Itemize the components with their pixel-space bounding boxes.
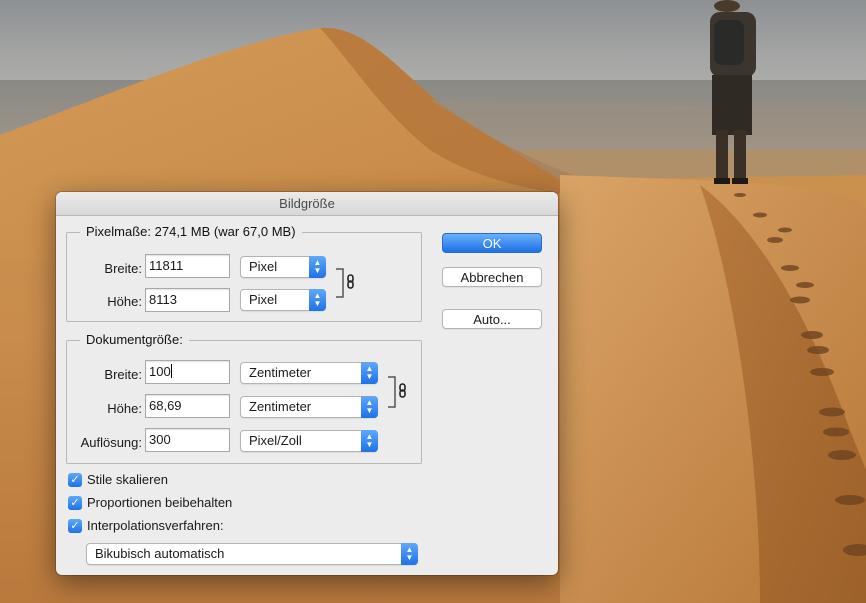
pixel-chain-link-icon [336,268,354,298]
doc-width-label: Breite: [104,367,142,382]
doc-height-unit-value: Zentimeter [249,399,312,414]
doc-width-unit-select[interactable]: Zentimeter ▲ ▼ [240,362,378,384]
resolution-unit-value: Pixel/Zoll [249,433,302,448]
pixel-height-field[interactable]: 8113 [145,288,230,312]
resample-checkbox[interactable]: ✓ Interpolationsverfahren: [68,518,224,533]
constrain-proportions-label: Proportionen beibehalten [87,495,233,510]
pixel-width-label: Breite: [104,261,142,276]
doc-width-unit-value: Zentimeter [249,365,312,380]
document-chain-link-icon [388,376,406,408]
pixel-width-field[interactable]: 11811 [145,254,230,278]
pixel-dimensions-legend: Pixelmaße: 274,1 MB (war 67,0 MB) [80,224,302,239]
scale-styles-label: Stile skalieren [87,472,168,487]
resolution-label: Auflösung: [80,435,142,450]
checkmark-icon: ✓ [68,518,82,533]
select-arrows-icon: ▲ ▼ [309,256,326,278]
document-size-legend: Dokumentgröße: [80,332,189,347]
select-arrows-icon: ▲ ▼ [401,543,418,565]
dialog-title: Bildgröße [56,192,558,216]
pixel-height-unit-value: Pixel [249,292,278,307]
resample-method-select[interactable]: Bikubisch automatisch ▲ ▼ [86,543,418,565]
select-arrows-icon: ▲ ▼ [361,396,378,418]
resolution-field[interactable]: 300 [145,428,230,452]
pixel-height-label: Höhe: [107,294,142,309]
doc-height-unit-select[interactable]: Zentimeter ▲ ▼ [240,396,378,418]
text-caret [170,364,172,378]
checkmark-icon: ✓ [68,495,82,510]
select-arrows-icon: ▲ ▼ [309,289,326,311]
doc-height-field[interactable]: 68,69 [145,394,230,418]
constrain-proportions-checkbox[interactable]: ✓ Proportionen beibehalten [68,495,232,510]
cancel-button[interactable]: Abbrechen [442,267,542,287]
resample-method-value: Bikubisch automatisch [95,546,225,561]
doc-height-label: Höhe: [107,401,142,416]
doc-width-value: 100 [149,364,171,379]
pixel-height-unit-select[interactable]: Pixel ▲ ▼ [240,289,326,311]
scale-styles-checkbox[interactable]: ✓ Stile skalieren [68,472,168,487]
ok-button[interactable]: OK [442,233,542,253]
image-size-dialog: Bildgröße Pixelmaße: 274,1 MB (war 67,0 … [56,192,558,575]
doc-width-field[interactable]: 100 [145,360,230,384]
select-arrows-icon: ▲ ▼ [361,430,378,452]
checkmark-icon: ✓ [68,472,82,487]
select-arrows-icon: ▲ ▼ [361,362,378,384]
resolution-unit-select[interactable]: Pixel/Zoll ▲ ▼ [240,430,378,452]
auto-button[interactable]: Auto... [442,309,542,329]
pixel-width-unit-value: Pixel [249,259,278,274]
resample-label: Interpolationsverfahren: [87,518,224,533]
pixel-width-unit-select[interactable]: Pixel ▲ ▼ [240,256,326,278]
